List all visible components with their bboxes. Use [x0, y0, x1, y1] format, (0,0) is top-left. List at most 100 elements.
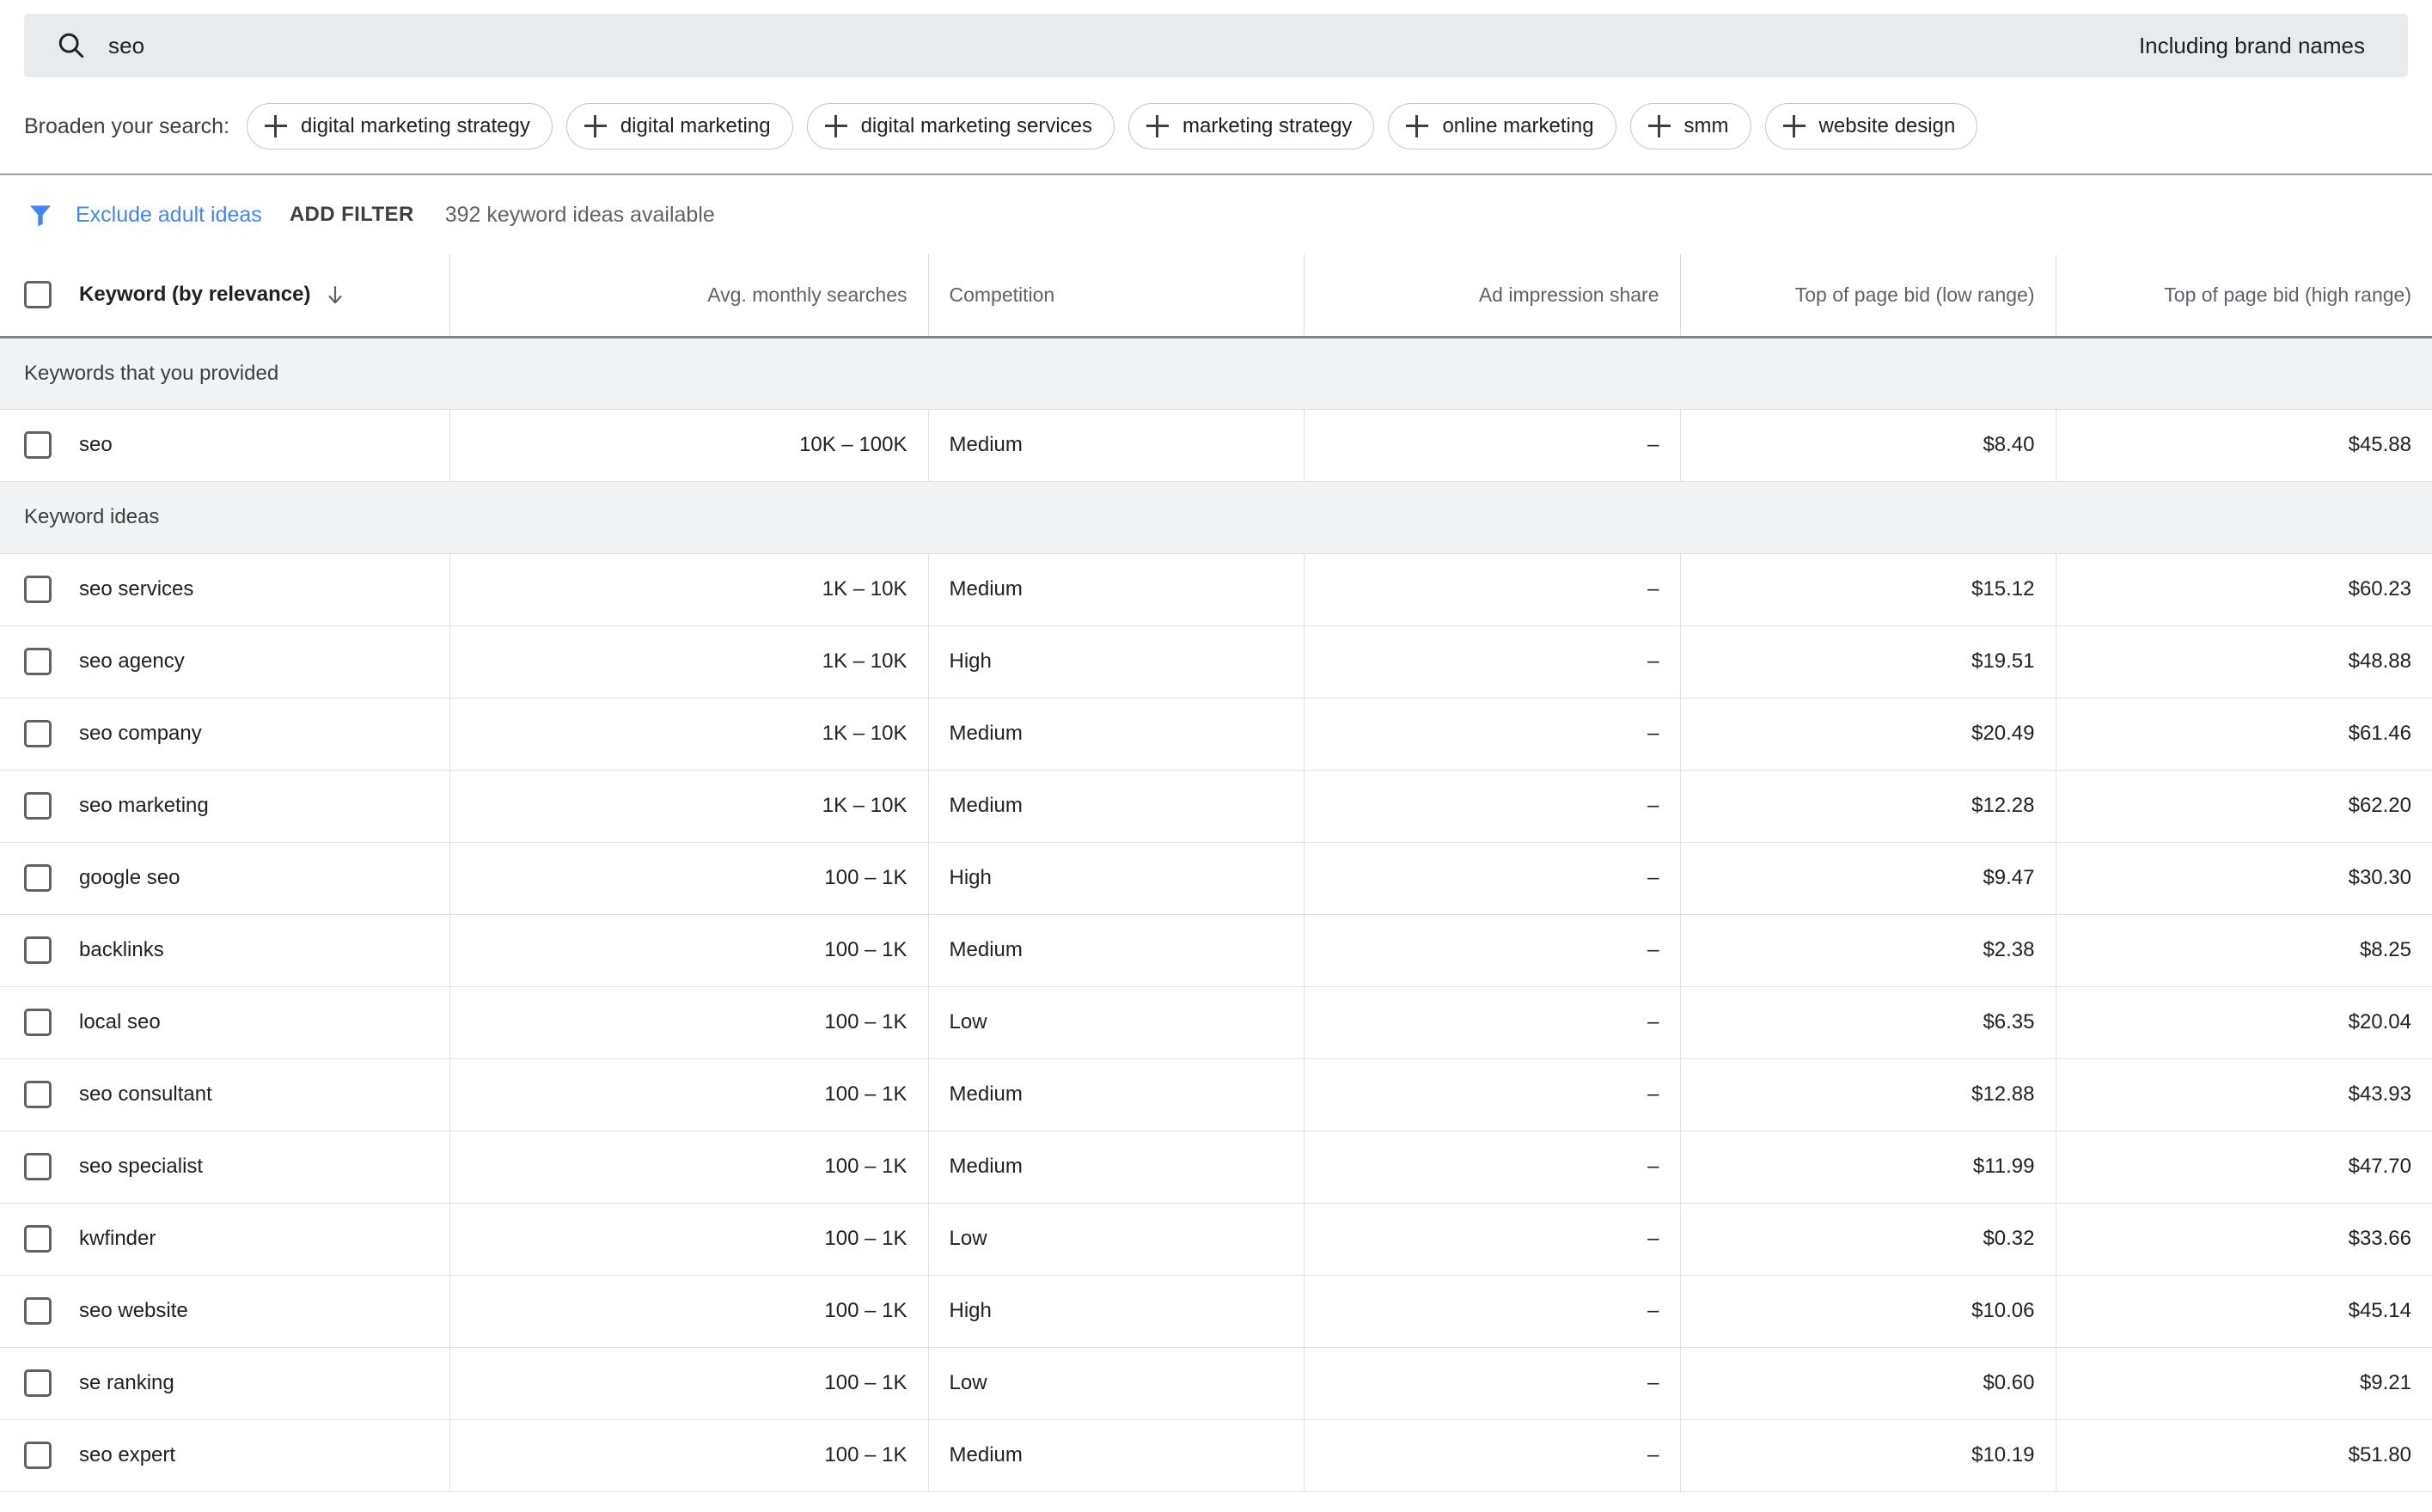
column-header-top-of-page-bid-low[interactable]: Top of page bid (low range) — [1680, 254, 2056, 338]
table-row[interactable]: seo 10K – 100K Medium – $8.40 $45.88 — [0, 409, 2432, 482]
exclude-adult-ideas-link[interactable]: Exclude adult ideas — [76, 204, 262, 226]
row-checkbox[interactable] — [24, 1297, 52, 1325]
cell-top-of-page-bid-low: $6.35 — [1680, 986, 2056, 1059]
table-row[interactable]: kwfinder 100 – 1K Low – $0.32 $33.66 — [0, 1203, 2432, 1276]
table-row[interactable]: seo company 1K – 10K Medium – $20.49 $61.46 — [0, 698, 2432, 771]
row-checkbox[interactable] — [24, 1225, 52, 1253]
column-header-avg-monthly-searches[interactable]: Avg. monthly searches — [449, 254, 929, 338]
cell-top-of-page-bid-high: $33.66 — [2056, 1203, 2432, 1276]
column-header-competition[interactable]: Competition — [928, 254, 1305, 338]
table-row[interactable]: seo website 100 – 1K High – $10.06 $45.14 — [0, 1275, 2432, 1348]
broaden-chip-1[interactable]: digital marketing — [565, 103, 793, 149]
row-checkbox[interactable] — [24, 1369, 52, 1397]
row-checkbox[interactable] — [24, 648, 52, 675]
broaden-chip-label: marketing strategy — [1182, 114, 1353, 137]
cell-top-of-page-bid-low: $19.51 — [1680, 625, 2056, 698]
broaden-chip-2[interactable]: digital marketing services — [806, 103, 1115, 149]
cell-ad-impression-share: – — [1304, 1419, 1681, 1492]
table-row[interactable]: seo consultant 100 – 1K Medium – $12.88 $43.9… — [0, 1058, 2432, 1131]
column-header-keyword[interactable]: Keyword (by relevance) — [0, 254, 450, 338]
row-checkbox[interactable] — [24, 792, 52, 820]
cell-top-of-page-bid-low: $12.88 — [1680, 1058, 2056, 1131]
cell-ad-impression-share: – — [1304, 698, 1681, 771]
cell-avg-monthly-searches: 100 – 1K — [449, 1131, 929, 1204]
row-checkbox[interactable] — [24, 1081, 52, 1108]
cell-ad-impression-share: – — [1304, 409, 1681, 482]
cell-avg-monthly-searches: 100 – 1K — [449, 914, 929, 987]
table-row[interactable]: google seo 100 – 1K High – $9.47 $30.30 — [0, 842, 2432, 915]
cell-top-of-page-bid-low: $12.28 — [1680, 770, 2056, 843]
row-checkbox[interactable] — [24, 720, 52, 747]
add-filter-button[interactable]: ADD FILTER — [290, 204, 414, 225]
cell-top-of-page-bid-high: $51.80 — [2056, 1419, 2432, 1492]
keyword-text: seo consultant — [79, 1082, 212, 1106]
table-row[interactable]: se ranking 100 – 1K Low – $0.60 $9.21 — [0, 1347, 2432, 1420]
broaden-chip-3[interactable]: marketing strategy — [1128, 103, 1375, 149]
table-row[interactable]: local seo 100 – 1K Low – $6.35 $20.04 — [0, 986, 2432, 1059]
keyword-search-box[interactable]: seo Including brand names — [24, 14, 2408, 77]
table-header-row: Keyword (by relevance) Avg. monthly sear… — [0, 254, 2432, 338]
row-checkbox[interactable] — [24, 431, 52, 459]
cell-keyword: seo company — [0, 698, 450, 771]
table-group-header-row: Keywords that you provided — [0, 337, 2432, 410]
cell-top-of-page-bid-high: $48.88 — [2056, 625, 2432, 698]
sort-descending-arrow-icon[interactable] — [324, 283, 346, 307]
cell-ad-impression-share: – — [1304, 986, 1681, 1059]
broaden-chip-5[interactable]: smm — [1629, 103, 1751, 149]
table-header: Keyword (by relevance) Avg. monthly sear… — [0, 254, 2432, 338]
cell-top-of-page-bid-low: $15.12 — [1680, 553, 2056, 626]
select-all-checkbox[interactable] — [24, 281, 52, 309]
cell-keyword: seo marketing — [0, 770, 450, 843]
column-header-ad-impression-share[interactable]: Ad impression share — [1304, 254, 1681, 338]
cell-top-of-page-bid-low: $0.60 — [1680, 1347, 2056, 1420]
cell-top-of-page-bid-low: $10.06 — [1680, 1275, 2056, 1348]
cell-competition: Medium — [928, 1131, 1305, 1204]
broaden-chip-6[interactable]: website design — [1764, 103, 1978, 149]
cell-competition: High — [928, 625, 1305, 698]
cell-avg-monthly-searches: 100 – 1K — [449, 1058, 929, 1131]
filter-funnel-icon[interactable] — [24, 198, 57, 231]
table-group-title: Keyword ideas — [0, 481, 2432, 554]
cell-avg-monthly-searches: 1K – 10K — [449, 553, 929, 626]
row-checkbox[interactable] — [24, 864, 52, 892]
table-row[interactable]: backlinks 100 – 1K Medium – $2.38 $8.25 — [0, 914, 2432, 987]
cell-top-of-page-bid-low: $8.40 — [1680, 409, 2056, 482]
cell-keyword: kwfinder — [0, 1203, 450, 1276]
table-row[interactable]: seo expert 100 – 1K Medium – $10.19 $51.80 — [0, 1419, 2432, 1492]
table-row[interactable]: seo marketing 1K – 10K Medium – $12.28 $62.20 — [0, 770, 2432, 843]
plus-icon — [824, 115, 847, 137]
cell-competition: Low — [928, 1203, 1305, 1276]
cell-top-of-page-bid-low: $2.38 — [1680, 914, 2056, 987]
broaden-chip-label: website design — [1818, 114, 1956, 137]
cell-avg-monthly-searches: 1K – 10K — [449, 625, 929, 698]
keyword-text: kwfinder — [79, 1227, 156, 1250]
search-input[interactable]: seo — [108, 34, 2139, 57]
table-group-title: Keywords that you provided — [0, 337, 2432, 410]
keyword-text: seo website — [79, 1299, 188, 1322]
table-row[interactable]: seo specialist 100 – 1K Medium – $11.99 $47.7… — [0, 1131, 2432, 1204]
plus-icon — [1406, 115, 1429, 137]
broaden-chip-label: smm — [1683, 114, 1729, 137]
broaden-chip-label: digital marketing services — [860, 114, 1093, 137]
cell-top-of-page-bid-low: $0.32 — [1680, 1203, 2056, 1276]
cell-ad-impression-share: – — [1304, 625, 1681, 698]
cell-top-of-page-bid-high: $45.88 — [2056, 409, 2432, 482]
search-area: seo Including brand names — [0, 0, 2432, 77]
row-checkbox[interactable] — [24, 576, 52, 603]
column-header-top-of-page-bid-high[interactable]: Top of page bid (high range) — [2056, 254, 2432, 338]
cell-competition: Medium — [928, 409, 1305, 482]
plus-icon — [1647, 115, 1671, 137]
row-checkbox[interactable] — [24, 1442, 52, 1469]
broaden-chip-4[interactable]: online marketing — [1388, 103, 1616, 149]
cell-top-of-page-bid-low: $10.19 — [1680, 1419, 2056, 1492]
row-checkbox[interactable] — [24, 1153, 52, 1180]
cell-avg-monthly-searches: 10K – 100K — [449, 409, 929, 482]
row-checkbox[interactable] — [24, 936, 52, 964]
plus-icon — [584, 115, 607, 137]
row-checkbox[interactable] — [24, 1009, 52, 1036]
broaden-chip-0[interactable]: digital marketing strategy — [247, 103, 553, 149]
cell-avg-monthly-searches: 100 – 1K — [449, 1347, 929, 1420]
table-row[interactable]: seo agency 1K – 10K High – $19.51 $48.88 — [0, 625, 2432, 698]
cell-ad-impression-share: – — [1304, 914, 1681, 987]
table-row[interactable]: seo services 1K – 10K Medium – $15.12 $60.23 — [0, 553, 2432, 626]
